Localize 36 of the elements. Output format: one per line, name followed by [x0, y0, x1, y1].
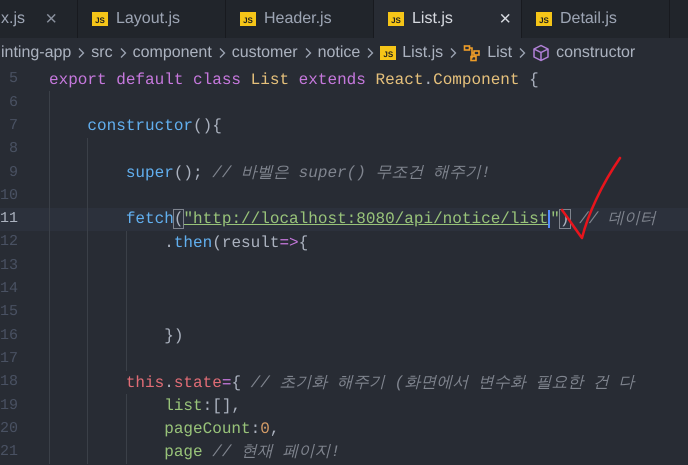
line-number: 11 — [0, 209, 18, 230]
code-line: pageCount:0, — [163, 419, 280, 440]
breadcrumb-item[interactable]: src — [91, 41, 113, 65]
code-line: export default class List extends React.Component { — [49, 70, 539, 91]
code-line: constructor(){ — [86, 116, 222, 138]
js-file-icon: JS — [92, 12, 108, 26]
close-icon[interactable]: × — [499, 9, 511, 29]
breadcrumb-item[interactable]: customer — [232, 41, 298, 65]
breadcrumb-item[interactable]: JS List.js — [380, 41, 444, 65]
code-line: .then(result=>{ — [163, 232, 308, 254]
js-file-icon: JS — [240, 12, 256, 26]
chevron-right-icon — [517, 47, 528, 59]
editor-tab[interactable]: x.js × — [0, 0, 78, 38]
breadcrumb-item[interactable]: inting-app — [1, 41, 72, 65]
close-icon[interactable]: × — [45, 9, 57, 29]
breadcrumb-item[interactable]: constructor — [532, 41, 636, 65]
breadcrumb-item[interactable]: List — [463, 41, 512, 65]
code-line: }) — [163, 326, 184, 347]
chevron-right-icon — [216, 47, 227, 59]
cube-icon — [532, 44, 550, 62]
js-file-icon: JS — [380, 46, 396, 60]
chevron-right-icon — [448, 47, 458, 59]
code-line: this.state={ // 초기화 해주기 (화면에서 변수화 필요한 건 다 — [124, 372, 635, 394]
js-file-icon: JS — [388, 12, 404, 26]
chevron-right-icon — [118, 47, 128, 59]
code-line: list:[], — [163, 396, 242, 417]
chevron-right-icon — [76, 47, 86, 59]
chevron-right-icon — [302, 47, 313, 59]
code-line: super(); // 바벨은 super() 무조건 해주기! — [124, 162, 491, 184]
class-icon — [463, 44, 482, 62]
breadcrumb-item[interactable]: notice — [318, 41, 360, 65]
js-file-icon: JS — [536, 12, 552, 26]
breadcrumb-item[interactable]: component — [132, 41, 212, 65]
editor-tab[interactable]: JS List.js × — [374, 0, 522, 38]
code-line: page // 현재 페이지! — [163, 442, 340, 464]
chevron-right-icon — [365, 47, 376, 59]
